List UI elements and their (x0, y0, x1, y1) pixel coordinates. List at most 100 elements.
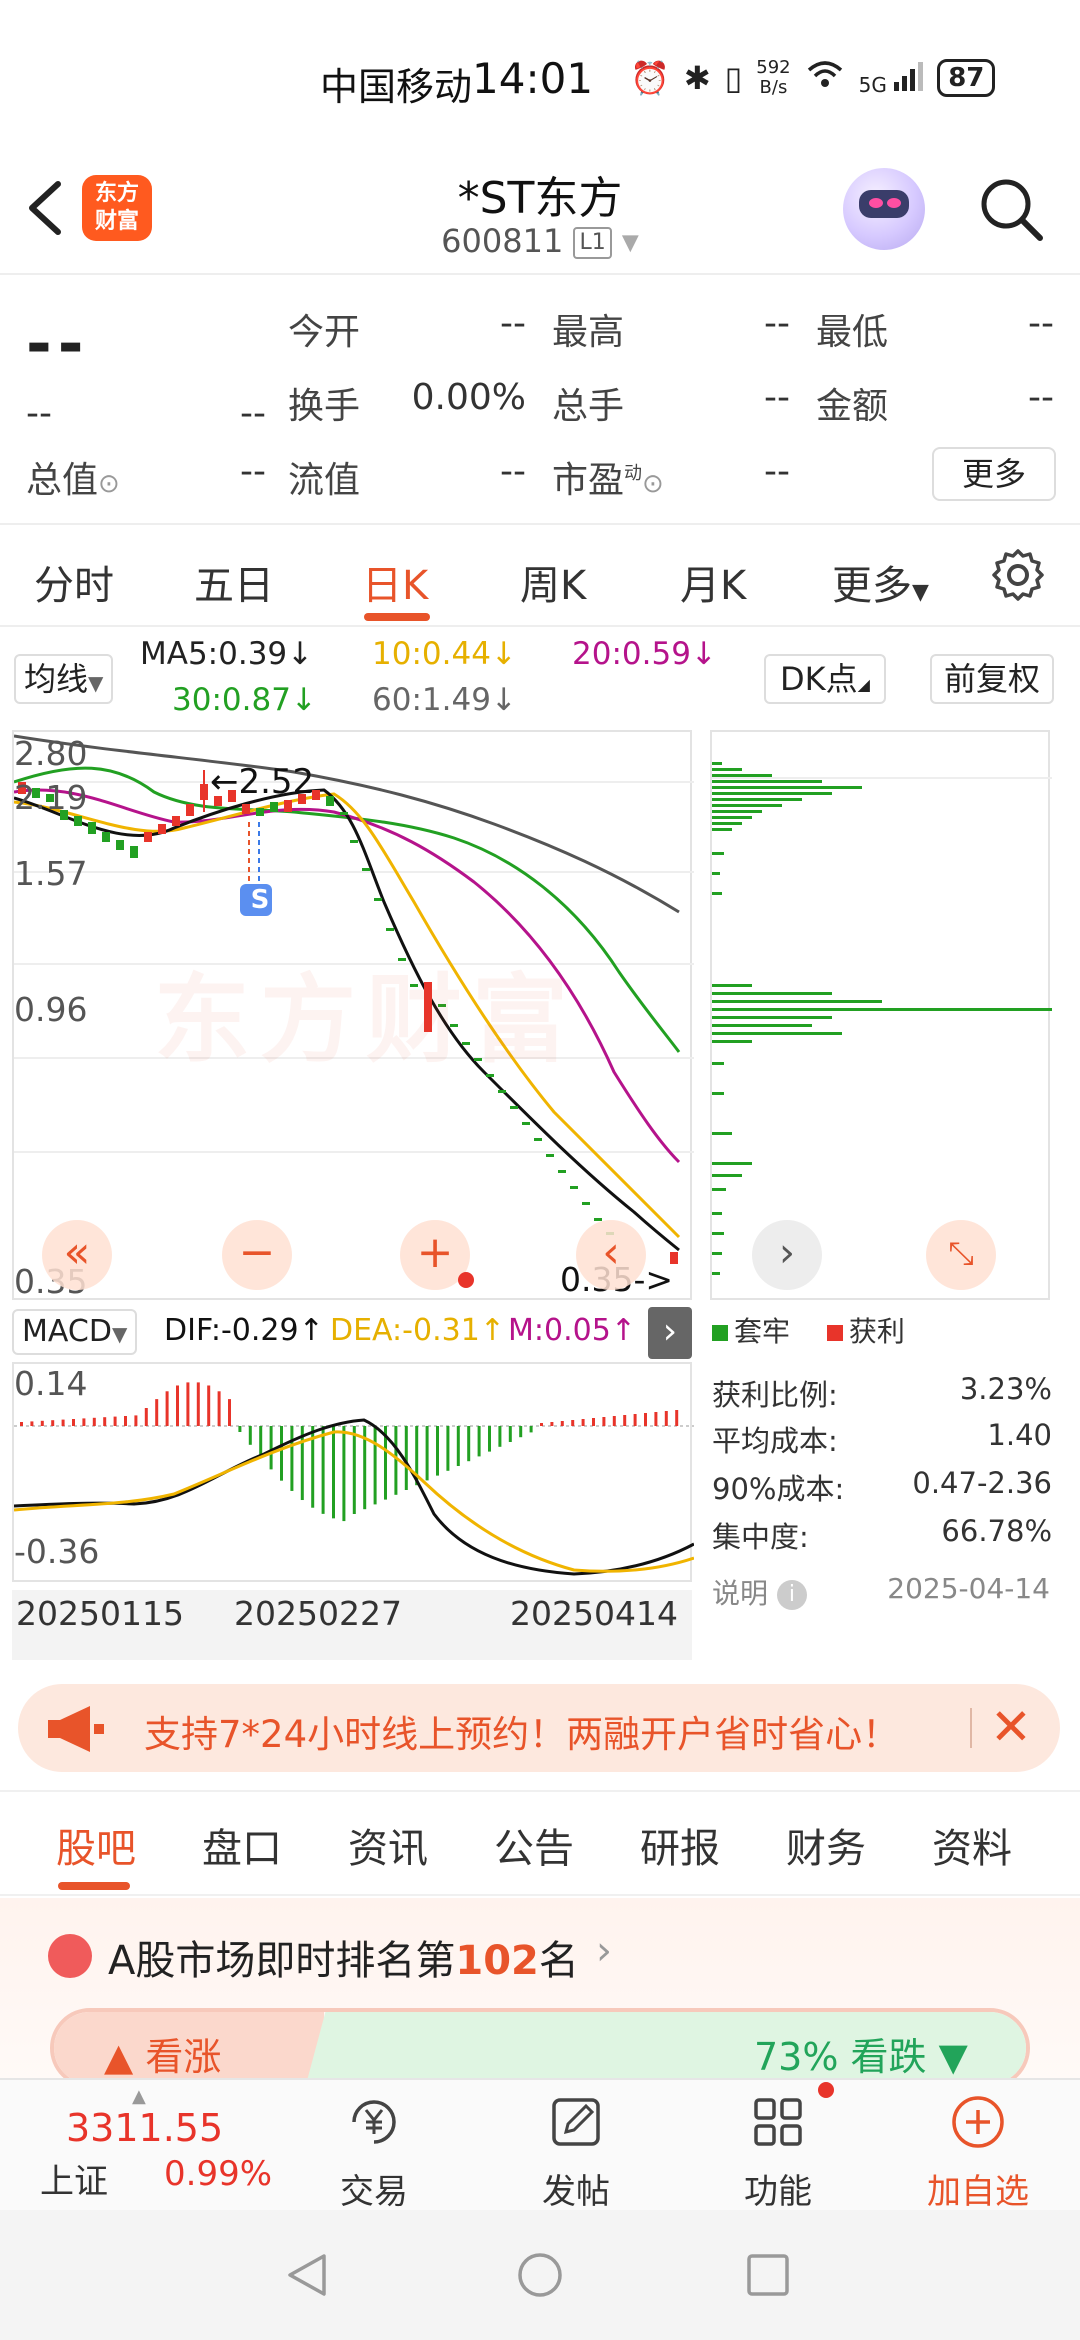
nav-recents-icon[interactable] (745, 2252, 791, 2298)
macd-bar (72, 1419, 75, 1426)
gear-icon (992, 549, 1044, 601)
system-nav-bar (0, 2210, 1080, 2340)
macd-bar (124, 1416, 127, 1426)
ai-assistant-avatar[interactable] (843, 168, 925, 250)
trade-button[interactable]: 交易 (304, 2092, 444, 2213)
functions-button[interactable]: 功能 (708, 2092, 848, 2213)
macd-bar (40, 1420, 44, 1426)
profit-ratio: 获利比例: 3.23% (712, 1372, 1052, 1412)
status-icons: ⏰ ✱ ▯ 592 B/s 5G 87 (630, 58, 996, 98)
chart-settings-button[interactable] (990, 547, 1046, 603)
tab-monthly-k[interactable]: 月K (680, 553, 746, 611)
macd-bar (498, 1426, 502, 1447)
tab-announcements[interactable]: 公告 (494, 1816, 574, 1874)
indicator-selector[interactable]: MACD▼ (12, 1309, 138, 1355)
total-value-label[interactable]: 总值⊙ (26, 451, 120, 503)
chip-legend: 套牢 获利 (712, 1310, 905, 1350)
stock-header: 东方 财富 *ST东方 600811 L1 ▼ (0, 150, 1080, 275)
tab-more[interactable]: 更多▼ (832, 553, 929, 611)
open-label: 今开 (288, 312, 361, 353)
promo-banner[interactable]: 支持7*24小时线上预约！两融开户省时省心！ ✕ (18, 1684, 1060, 1772)
turnover-label: 换手 (288, 386, 361, 427)
macd-bar (623, 1415, 627, 1426)
post-button[interactable]: 发帖 (506, 2092, 646, 2213)
chip-explanation-link[interactable]: 说明 i (712, 1572, 807, 1612)
search-icon (981, 179, 1043, 241)
tab-five-day[interactable]: 五日 (194, 553, 274, 611)
vibrate-icon: ▯ (724, 59, 743, 97)
macd-bar (165, 1391, 169, 1426)
kline-chart[interactable]: 东方财富 2.80 2.19 1.57 0.96 0.35 ←2.52 0.35… (12, 730, 694, 1301)
tab-weekly-k[interactable]: 周K (520, 553, 586, 611)
market-rank-section[interactable]: A股市场即时排名第102名 › ▲ 看涨 73% 看跌 ▼ (0, 1898, 1080, 2088)
scroll-right-button[interactable]: ‹ (576, 1220, 646, 1290)
macd-svg (13, 1382, 695, 1576)
date-axis: 20250115 20250227 20250414 (12, 1590, 692, 1660)
scroll-left-button[interactable]: « (42, 1220, 112, 1290)
macd-bar (467, 1426, 471, 1462)
overlay-selector[interactable]: 均线▼ (14, 654, 114, 704)
macd-bar (144, 1408, 148, 1426)
price-adjust-button[interactable]: 前复权 (930, 654, 1055, 704)
macd-bar (581, 1419, 585, 1426)
macd-bar (342, 1426, 346, 1522)
pe-label[interactable]: 市盈动⊙ (552, 451, 664, 503)
bullish-label: ▲ 看涨 (104, 2035, 222, 2079)
notification-dot (818, 2082, 834, 2098)
alarm-icon: ⏰ (630, 59, 670, 97)
banner-close-button[interactable]: ✕ (990, 1698, 1032, 1756)
macd-y-top: 0.14 (14, 1364, 88, 1403)
ma30-value: 30:0.87↓ (172, 682, 317, 718)
high-value: -- (764, 303, 790, 344)
macd-bar (654, 1412, 658, 1426)
tab-intraday[interactable]: 分时 (34, 553, 114, 611)
tab-order-book[interactable]: 盘口 (202, 1816, 282, 1874)
macd-bar (352, 1426, 356, 1514)
macd-y-bottom: -0.36 (14, 1532, 100, 1571)
macd-bar (488, 1426, 491, 1452)
bearish-label: 73% 看跌 ▼ (754, 2035, 968, 2079)
tab-forum[interactable]: 股吧 (56, 1816, 136, 1874)
tab-profile[interactable]: 资料 (932, 1816, 1012, 1874)
macd-chart[interactable]: 0.14 -0.36 (12, 1362, 695, 1582)
chevron-right-icon: › (779, 1230, 795, 1276)
macd-bar (176, 1385, 179, 1426)
chip-svg (712, 762, 1052, 1275)
close-icon: ✕ (990, 1698, 1032, 1756)
macd-bar (280, 1426, 283, 1481)
macd-bar (217, 1391, 221, 1426)
y-label: 2.19 (14, 778, 88, 817)
chip-distribution-chart[interactable]: › ⤡ (710, 730, 1052, 1300)
more-quote-button[interactable]: 更多 (932, 447, 1056, 501)
grid-icon (754, 2098, 802, 2146)
macd-bar (196, 1382, 200, 1426)
double-chevron-left-icon: « (63, 1227, 91, 1278)
arrow-up-icon: ▲ (104, 2035, 134, 2079)
bar-chart-icon (48, 1934, 92, 1978)
watermark: 东方财富 (154, 964, 578, 1076)
search-button[interactable] (976, 174, 1046, 244)
zoom-out-button[interactable]: − (222, 1220, 292, 1290)
dk-point-button[interactable]: DK点◢ (764, 654, 886, 704)
next-indicator-button[interactable]: › (648, 1307, 692, 1359)
macd-bar (508, 1426, 512, 1442)
macd-bar (82, 1418, 86, 1426)
tab-news[interactable]: 资讯 (348, 1816, 428, 1874)
plus-icon: + (416, 1227, 454, 1278)
clock: 14:01 (472, 54, 594, 103)
profit-swatch (826, 1325, 843, 1341)
tab-daily-k[interactable]: 日K (362, 553, 428, 611)
tab-research[interactable]: 研报 (640, 1816, 720, 1874)
nav-back-icon[interactable] (282, 2250, 332, 2300)
macd-bar (269, 1426, 273, 1470)
tab-financials[interactable]: 财务 (786, 1816, 866, 1874)
minus-icon: − (238, 1227, 276, 1278)
signal-icon: 5G (859, 60, 924, 97)
chip-expand-button[interactable]: ⤡ (926, 1220, 996, 1290)
trap-swatch (712, 1325, 728, 1341)
average-cost: 平均成本: 1.40 (712, 1418, 1052, 1458)
nav-home-icon[interactable] (515, 2250, 565, 2300)
macd-bar (550, 1422, 554, 1426)
chip-next-button[interactable]: › (752, 1220, 822, 1290)
add-watchlist-button[interactable]: 加自选 (908, 2092, 1048, 2213)
